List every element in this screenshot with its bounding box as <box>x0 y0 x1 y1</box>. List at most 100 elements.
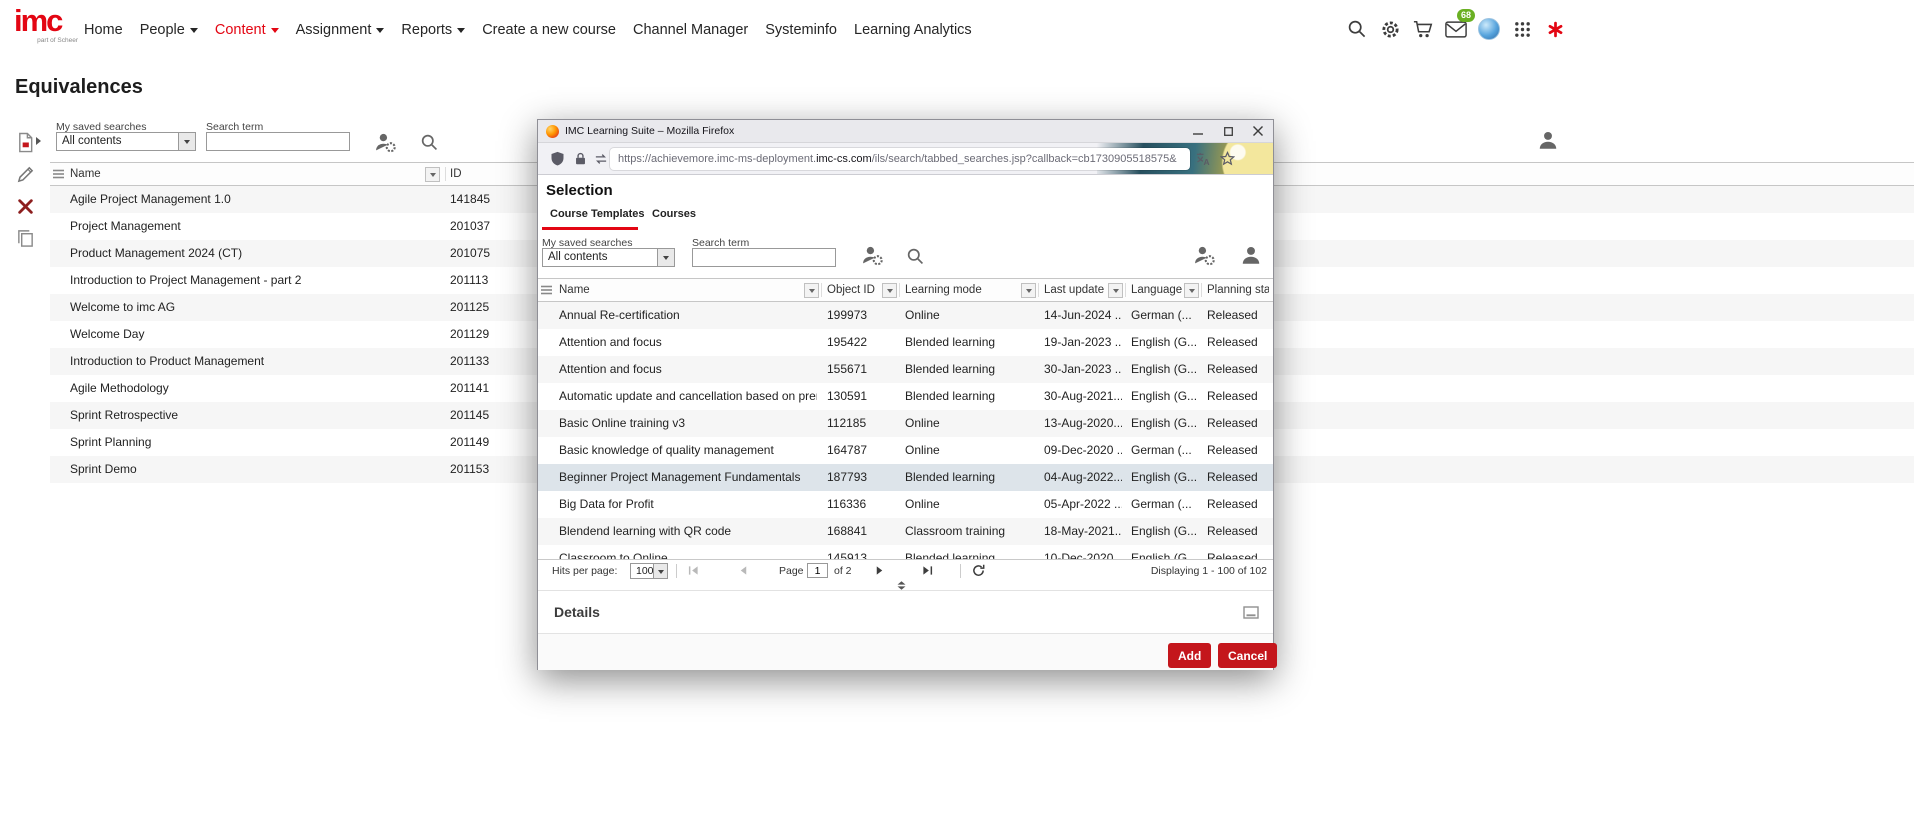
column-filter-icon[interactable] <box>882 283 897 298</box>
table-row[interactable]: Annual Re-certification199973Online14-Ju… <box>538 302 1273 329</box>
nav-item-systeminfo[interactable]: Systeminfo <box>765 22 837 38</box>
shield-icon[interactable] <box>550 151 565 167</box>
first-page-icon[interactable] <box>688 565 699 576</box>
nav-item-learning-analytics[interactable]: Learning Analytics <box>854 22 972 38</box>
table-row[interactable]: Attention and focus155671Blended learnin… <box>538 356 1273 383</box>
nav-item-create-course[interactable]: Create a new course <box>482 22 616 38</box>
search-term-input[interactable] <box>206 132 350 151</box>
page-number-input[interactable] <box>807 563 828 578</box>
scheer-mark-icon[interactable] <box>1544 17 1566 41</box>
table-row[interactable]: Automatic update and cancellation based … <box>538 383 1273 410</box>
column-filter-icon[interactable] <box>425 167 440 182</box>
url-text: https://achievemore.imc-ms-deployment.im… <box>618 153 1177 165</box>
minimize-icon[interactable] <box>1183 120 1213 142</box>
mail-icon[interactable]: 68 <box>1445 17 1467 41</box>
nav-item-channel-manager[interactable]: Channel Manager <box>633 22 748 38</box>
hits-per-page-select[interactable]: 100 <box>630 563 668 579</box>
row-handle-icon[interactable] <box>541 285 552 295</box>
column-header-object-id[interactable]: Object ID <box>827 284 875 296</box>
run-search-icon[interactable] <box>906 247 925 266</box>
chevron-down-icon <box>190 28 198 37</box>
table-row-selected[interactable]: Beginner Project Management Fundamentals… <box>538 464 1273 491</box>
nav-item-home[interactable]: Home <box>84 22 123 38</box>
profile-settings-icon[interactable] <box>1193 244 1216 267</box>
firefox-popup-window: IMC Learning Suite – Mozilla Firefox htt… <box>537 119 1274 670</box>
refresh-icon[interactable] <box>972 564 985 577</box>
copy-icon[interactable] <box>14 227 36 249</box>
nav-item-assignment[interactable]: Assignment <box>296 22 385 38</box>
cancel-button[interactable]: Cancel <box>1218 643 1277 668</box>
column-header-planning-status[interactable]: Planning status <box>1207 284 1269 296</box>
expand-rail-icon[interactable] <box>36 137 45 145</box>
imc-logo[interactable]: imc part of Scheer <box>14 6 78 44</box>
url-field[interactable]: https://achievemore.imc-ms-deployment.im… <box>610 148 1190 170</box>
user-avatar[interactable] <box>1478 17 1500 41</box>
search-term-input[interactable] <box>692 248 836 267</box>
close-icon[interactable] <box>1243 120 1273 142</box>
column-header-id[interactable]: ID <box>450 168 462 180</box>
panel-splitter-icon[interactable] <box>896 581 907 590</box>
column-filter-icon[interactable] <box>1021 283 1036 298</box>
user-icon[interactable] <box>1240 244 1262 266</box>
translate-icon[interactable]: A <box>1196 152 1211 166</box>
top-nav: imc part of Scheer Home People Content A… <box>0 0 1914 60</box>
pagination-bar: Hits per page: 100 Page of 2 Displaying … <box>538 559 1273 581</box>
bookmark-star-icon[interactable] <box>1220 151 1235 166</box>
nav-item-reports[interactable]: Reports <box>401 22 465 38</box>
saved-searches-select[interactable]: All contents <box>542 248 675 267</box>
search-profile-icon[interactable] <box>861 244 884 267</box>
chevron-down-icon <box>457 28 465 37</box>
add-button[interactable]: Add <box>1168 643 1211 668</box>
tab-courses[interactable]: Courses <box>652 208 696 220</box>
user-icon[interactable] <box>1537 129 1559 151</box>
table-row[interactable]: Attention and focus195422Blended learnin… <box>538 329 1273 356</box>
search-icon[interactable] <box>1346 17 1368 41</box>
firefox-icon <box>546 125 559 138</box>
column-header-name[interactable]: Name <box>70 168 101 180</box>
table-row-partial[interactable]: Classroom to Online145913Blended learnin… <box>538 545 1273 559</box>
column-filter-icon[interactable] <box>1108 283 1123 298</box>
logo-text: imc <box>14 6 78 36</box>
maximize-icon[interactable] <box>1213 120 1243 142</box>
table-row[interactable]: Basic knowledge of quality management164… <box>538 437 1273 464</box>
column-header-learning-mode[interactable]: Learning mode <box>905 284 982 296</box>
saved-searches-select[interactable]: All contents <box>56 132 196 151</box>
table-row[interactable]: Basic Online training v3112185Online13-A… <box>538 410 1273 437</box>
create-content-icon[interactable] <box>14 131 36 153</box>
chevron-down-icon[interactable] <box>653 564 667 578</box>
active-tab-underline <box>542 227 638 230</box>
column-filter-icon[interactable] <box>804 283 819 298</box>
chevron-down-icon[interactable] <box>178 133 195 150</box>
column-filter-icon[interactable] <box>1184 283 1199 298</box>
collapse-panel-icon[interactable] <box>1243 606 1259 619</box>
edit-pencil-icon[interactable] <box>14 163 36 185</box>
prev-page-icon[interactable] <box>738 565 749 576</box>
table-header: Name Object ID Learning mode Last update… <box>538 278 1273 302</box>
column-header-language[interactable]: Language <box>1131 284 1182 296</box>
window-titlebar[interactable]: IMC Learning Suite – Mozilla Firefox <box>538 120 1273 143</box>
delete-x-icon[interactable] <box>14 195 36 217</box>
nav-item-people[interactable]: People <box>140 22 198 38</box>
screen: imc part of Scheer Home People Content A… <box>0 0 1914 833</box>
table-row[interactable]: Blendend learning with QR code168841Clas… <box>538 518 1273 545</box>
lock-icon[interactable] <box>574 152 587 166</box>
tab-course-templates[interactable]: Course Templates <box>550 208 645 220</box>
details-panel: Details <box>538 590 1273 633</box>
chevron-down-icon <box>271 28 279 37</box>
settings-gear-icon[interactable] <box>1379 17 1401 41</box>
column-header-last-update[interactable]: Last update <box>1044 284 1104 296</box>
run-search-icon[interactable] <box>420 133 439 152</box>
chevron-down-icon <box>376 28 384 37</box>
main-menu: Home People Content Assignment Reports C… <box>84 0 972 60</box>
permissions-icon[interactable] <box>594 153 608 165</box>
chevron-down-icon[interactable] <box>657 249 674 266</box>
next-page-icon[interactable] <box>874 565 885 576</box>
last-page-icon[interactable] <box>922 565 933 576</box>
table-row[interactable]: Big Data for Profit116336Online05-Apr-20… <box>538 491 1273 518</box>
row-handle-icon[interactable] <box>53 169 64 179</box>
cart-icon[interactable] <box>1412 17 1434 41</box>
nav-item-content[interactable]: Content <box>215 22 279 38</box>
search-profile-icon[interactable] <box>374 131 397 154</box>
column-header-name[interactable]: Name <box>559 284 590 296</box>
apps-grid-icon[interactable] <box>1511 17 1533 41</box>
